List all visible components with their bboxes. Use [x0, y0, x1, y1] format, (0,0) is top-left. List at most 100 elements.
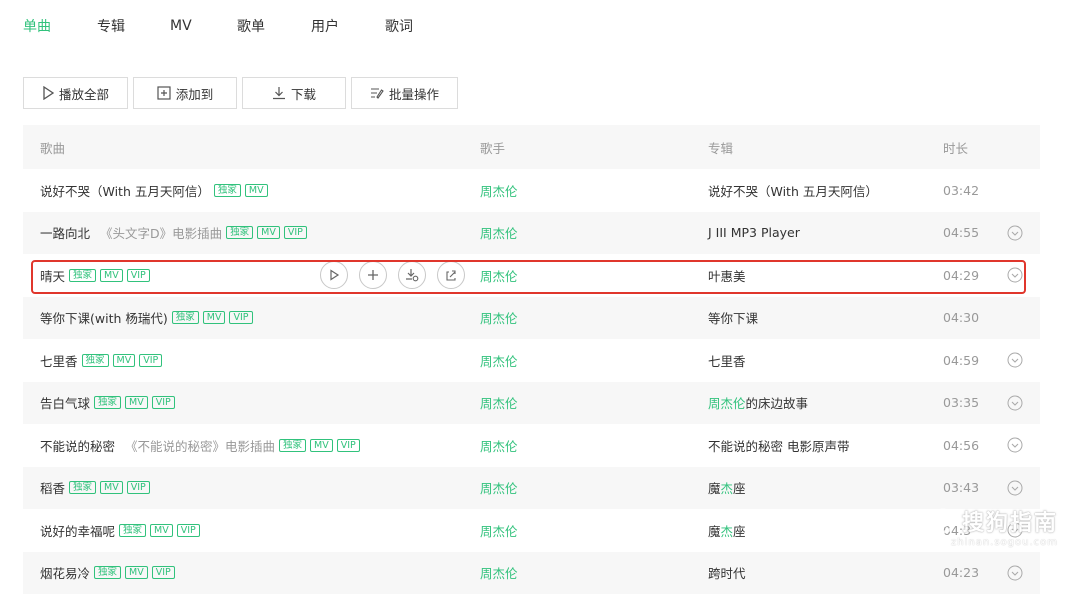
more-button[interactable]	[1007, 437, 1023, 456]
table-row[interactable]: 稻香独家MVVIP周杰伦魔杰座03:43	[23, 467, 1040, 510]
album-name: J III MP3 Player	[708, 225, 800, 240]
mv-badge[interactable]: MV	[100, 481, 123, 494]
table-row[interactable]: 七里香独家MVVIP周杰伦七里香04:59	[23, 339, 1040, 382]
singer-link[interactable]: 周杰伦	[480, 478, 518, 497]
album-cell[interactable]: 等你下课	[708, 308, 758, 327]
chevron-down-icon	[1007, 565, 1023, 581]
album-cell[interactable]: 说好不哭（With 五月天阿信）	[708, 181, 878, 200]
tab-songs[interactable]: 单曲	[23, 16, 97, 36]
duration: 03:42	[943, 183, 979, 198]
song-cell: 晴天独家MVVIP	[40, 266, 150, 285]
tab-users[interactable]: 用户	[311, 16, 385, 36]
mv-badge[interactable]: MV	[203, 311, 226, 324]
more-button[interactable]	[1007, 480, 1023, 499]
column-singer: 歌手	[480, 138, 505, 157]
mv-badge[interactable]: MV	[125, 396, 148, 409]
song-title[interactable]: 等你下课(with 杨瑞代)	[40, 308, 168, 327]
vip-badge: VIP	[229, 311, 252, 324]
song-title[interactable]: 晴天	[40, 266, 65, 285]
album-prefix: 魔	[708, 524, 721, 539]
album-cell[interactable]: 魔杰座	[708, 478, 746, 497]
song-title[interactable]: 说好的幸福呢	[40, 521, 115, 540]
duration: 03:35	[943, 395, 979, 410]
table-row[interactable]: 说好的幸福呢独家MVVIP周杰伦魔杰座04:3	[23, 509, 1040, 552]
album-cell[interactable]: J III MP3 Player	[708, 225, 800, 240]
table-row[interactable]: 说好不哭（With 五月天阿信） 独家 MV 周杰伦 说好不哭（With 五月天阿信） 0…	[23, 169, 1040, 212]
album-cell[interactable]: 不能说的秘密 电影原声带	[708, 436, 849, 455]
song-cell: 烟花易冷独家MVVIP	[40, 563, 175, 582]
song-title[interactable]: 不能说的秘密	[40, 436, 115, 455]
mv-badge[interactable]: MV	[257, 226, 280, 239]
play-all-label: 播放全部	[59, 84, 109, 103]
mv-badge[interactable]: MV	[150, 524, 173, 537]
batch-operation-button[interactable]: 批量操作	[351, 77, 458, 109]
table-row[interactable]: 晴天独家MVVIP周杰伦叶惠美04:29	[23, 254, 1040, 297]
singer-link[interactable]: 周杰伦	[480, 563, 518, 582]
column-album: 专辑	[708, 138, 733, 157]
chevron-down-icon	[1007, 480, 1023, 496]
duration: 04:30	[943, 310, 979, 325]
tab-lyrics[interactable]: 歌词	[385, 16, 425, 36]
tab-mv[interactable]: MV	[170, 18, 237, 34]
singer-link[interactable]: 周杰伦	[480, 351, 518, 370]
more-button[interactable]	[1007, 267, 1023, 286]
download-icon	[405, 268, 419, 282]
album-cell[interactable]: 七里香	[708, 351, 746, 370]
album-cell[interactable]: 跨时代	[708, 563, 746, 582]
play-all-button[interactable]: 播放全部	[23, 77, 128, 109]
mv-badge[interactable]: MV	[100, 269, 123, 282]
download-song-button[interactable]	[398, 261, 426, 289]
vip-badge: VIP	[139, 354, 162, 367]
chevron-down-icon	[1007, 225, 1023, 241]
singer-link[interactable]: 周杰伦	[480, 223, 518, 242]
album-name: 叶惠美	[708, 269, 746, 284]
play-song-button[interactable]	[320, 261, 348, 289]
mv-badge[interactable]: MV	[125, 566, 148, 579]
duration: 04:23	[943, 565, 979, 580]
singer-link[interactable]: 周杰伦	[480, 266, 518, 285]
vip-badge: VIP	[127, 269, 150, 282]
add-to-button[interactable]: 添加到	[133, 77, 237, 109]
share-icon	[445, 269, 457, 281]
table-row[interactable]: 等你下课(with 杨瑞代)独家MVVIP周杰伦等你下课04:30	[23, 297, 1040, 340]
album-cell[interactable]: 叶惠美	[708, 266, 746, 285]
singer-link[interactable]: 周杰伦	[480, 521, 518, 540]
album-name: 座	[733, 524, 746, 539]
tab-playlists[interactable]: 歌单	[237, 16, 311, 36]
song-title[interactable]: 烟花易冷	[40, 563, 90, 582]
album-name: 不能说的秘密 电影原声带	[708, 439, 849, 454]
column-duration: 时长	[943, 138, 968, 157]
more-button[interactable]	[1007, 395, 1023, 414]
singer-link[interactable]: 周杰伦	[480, 436, 518, 455]
mv-badge[interactable]: MV	[113, 354, 136, 367]
song-title[interactable]: 稻香	[40, 478, 65, 497]
tab-albums[interactable]: 专辑	[97, 16, 170, 36]
add-to-label: 添加到	[176, 84, 214, 103]
add-song-button[interactable]	[359, 261, 387, 289]
song-title[interactable]: 七里香	[40, 351, 78, 370]
mv-badge[interactable]: MV	[245, 184, 268, 197]
song-title[interactable]: 说好不哭（With 五月天阿信）	[40, 181, 210, 200]
table-row[interactable]: 不能说的秘密《不能说的秘密》电影插曲独家MVVIP周杰伦不能说的秘密 电影原声带…	[23, 424, 1040, 467]
table-row[interactable]: 烟花易冷独家MVVIP 周杰伦 跨时代 04:23	[23, 552, 1040, 594]
table-header: 歌曲 歌手 专辑 时长	[23, 125, 1040, 169]
download-button[interactable]: 下载	[242, 77, 346, 109]
album-cell[interactable]: 魔杰座	[708, 521, 746, 540]
mv-badge[interactable]: MV	[310, 439, 333, 452]
share-song-button[interactable]	[437, 261, 465, 289]
sogou-logo-icon	[930, 508, 956, 534]
singer-link[interactable]: 周杰伦	[480, 393, 518, 412]
song-title[interactable]: 一路向北	[40, 223, 90, 242]
song-title[interactable]: 告白气球	[40, 393, 90, 412]
more-button[interactable]	[1007, 565, 1023, 584]
singer-link[interactable]: 周杰伦	[480, 308, 518, 327]
table-row[interactable]: 告白气球独家MVVIP周杰伦周杰伦的床边故事03:35	[23, 382, 1040, 425]
song-cell: 一路向北《头文字D》电影插曲独家MVVIP	[40, 223, 307, 242]
exclusive-badge: 独家	[214, 184, 241, 197]
more-button[interactable]	[1007, 352, 1023, 371]
singer-link[interactable]: 周杰伦	[480, 181, 518, 200]
album-cell[interactable]: 周杰伦的床边故事	[708, 393, 808, 412]
watermark-title: 搜狗指南	[962, 505, 1058, 537]
more-button[interactable]	[1007, 225, 1023, 244]
table-row[interactable]: 一路向北《头文字D》电影插曲独家MVVIP 周杰伦 J III MP3 Player…	[23, 212, 1040, 255]
